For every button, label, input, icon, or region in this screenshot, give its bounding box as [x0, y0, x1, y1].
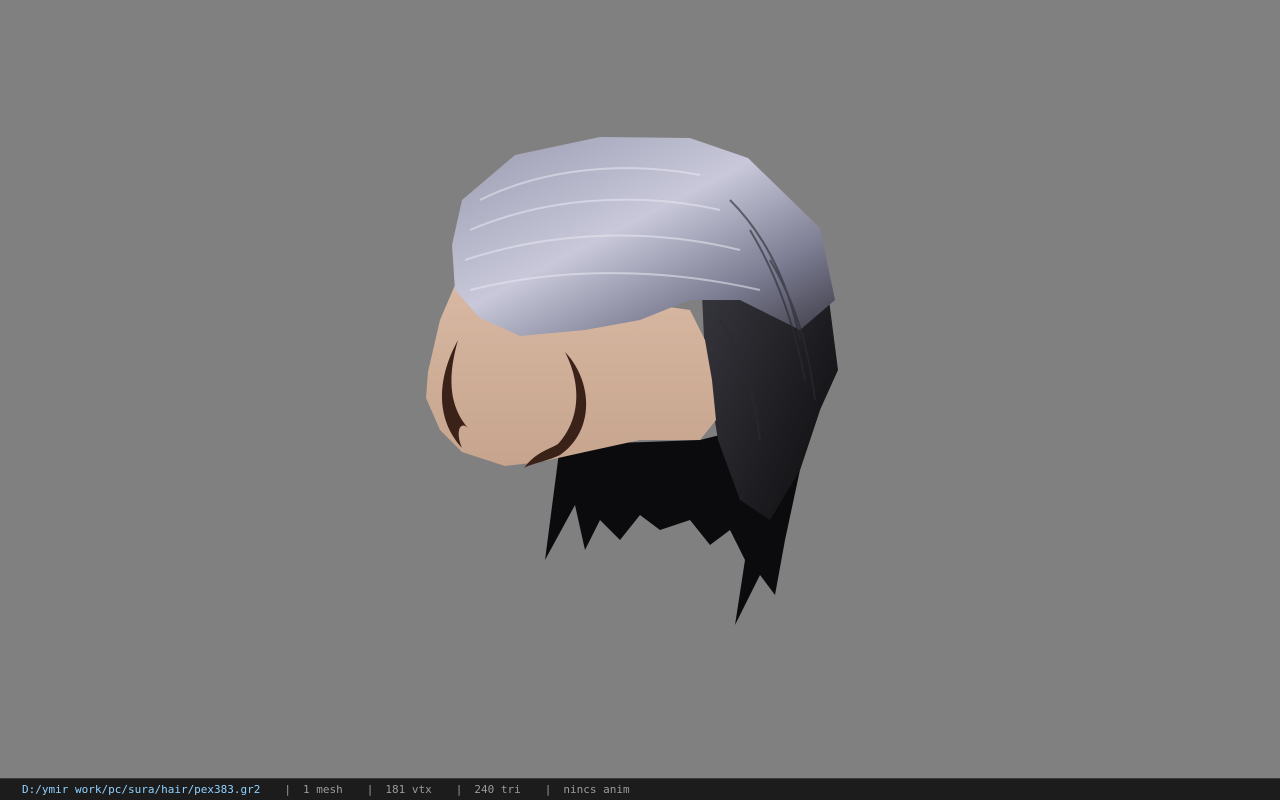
vertex-count: 181 vtx — [385, 783, 432, 796]
triangle-count: 240 tri — [474, 783, 521, 796]
mesh-count: 1 mesh — [303, 783, 343, 796]
separator: | — [366, 783, 374, 796]
hair-model-render — [426, 137, 838, 625]
separator: | — [284, 783, 292, 796]
status-bar: D:/ymir work/pc/sura/hair/pex383.gr2 | 1… — [0, 778, 1280, 800]
file-path: D:/ymir work/pc/sura/hair/pex383.gr2 — [22, 783, 261, 796]
3d-viewport[interactable] — [0, 0, 1280, 778]
separator: | — [544, 783, 552, 796]
animation-status: nincs anim — [563, 783, 630, 796]
separator: | — [455, 783, 463, 796]
